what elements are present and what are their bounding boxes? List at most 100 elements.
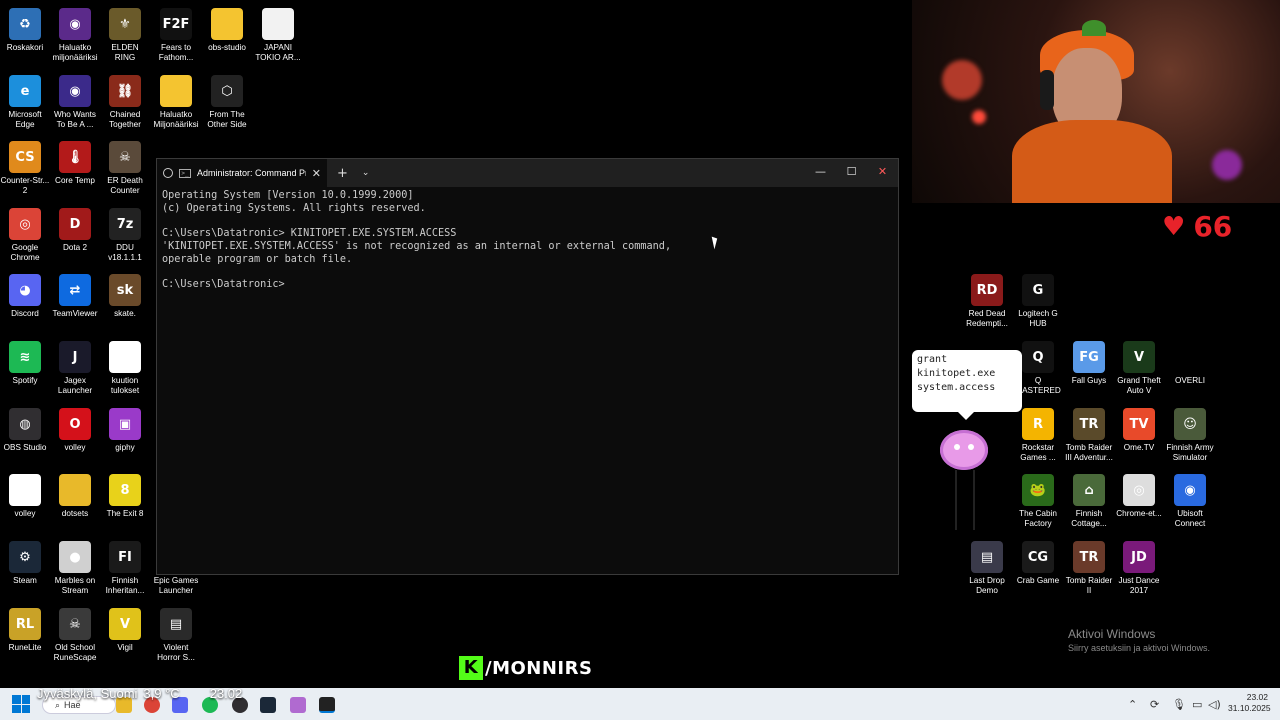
desktop-icon-label: volley <box>64 443 86 452</box>
desktop-icon-label: skate. <box>114 309 136 318</box>
tab-command-prompt[interactable]: >_ Administrator: Command Prc ✕ <box>157 159 327 187</box>
app-icon <box>109 341 141 373</box>
desktop-icon[interactable]: ◍ OBS Studio <box>0 408 50 453</box>
desktop-icon[interactable]: R Rockstar Games ... <box>1013 408 1063 463</box>
desktop-icon[interactable]: ◉ Ubisoft Connect <box>1165 474 1215 529</box>
weather-widget[interactable]: Jyväskylä, Suomi 3,9 °C 23.02 <box>37 686 242 701</box>
desktop-icon[interactable]: ⚜ ELDEN RING <box>100 8 150 63</box>
desktop-icon-label: Fears to Fathom... <box>158 43 194 62</box>
desktop-icon[interactable]: ≋ Spotify <box>0 341 50 386</box>
desktop-icon[interactable]: ▤ Last Drop Demo <box>962 541 1012 596</box>
desktop-icon[interactable]: JD Just Dance 2017 <box>1114 541 1164 596</box>
close-button[interactable]: ✕ <box>867 159 898 187</box>
desktop-icon[interactable]: volley <box>0 474 50 519</box>
desktop-icon[interactable]: e Microsoft Edge <box>0 75 50 130</box>
sync-icon[interactable]: ⟳ <box>1150 698 1159 711</box>
desktop-icon-label: Haluatko miljonääriksi <box>52 43 98 62</box>
app-icon: ⚙ <box>9 541 41 573</box>
app-icon <box>59 474 91 506</box>
desktop-icon[interactable]: ▣ giphy <box>100 408 150 453</box>
desktop-icon[interactable]: 7z DDU v18.1.1.1 <box>100 208 150 263</box>
desktop-icon[interactable]: dotsets <box>50 474 100 519</box>
desktop-icon-label: Rockstar Games ... <box>1020 443 1056 462</box>
app-icon: J <box>59 341 91 373</box>
desktop-icon[interactable]: 8 The Exit 8 <box>100 474 150 519</box>
desktop-icon-label: Haluatko Miljonääriksi <box>153 110 199 129</box>
desktop-icon-label: Who Wants To Be A ... <box>53 110 96 129</box>
new-tab-button[interactable]: + <box>337 166 348 181</box>
desktop-icon[interactable]: RD Red Dead Redempti... <box>962 274 1012 329</box>
app-icon <box>9 474 41 506</box>
desktop-icon[interactable]: 🐸 The Cabin Factory <box>1013 474 1063 529</box>
window-titlebar[interactable]: >_ Administrator: Command Prc ✕ + ⌄ — ☐ … <box>157 159 898 187</box>
heart-count-value: 66 <box>1193 210 1233 243</box>
desktop-icon[interactable]: CS Counter-Str... 2 <box>0 141 50 196</box>
microphone-icon[interactable]: 🎙 <box>1172 698 1186 711</box>
desktop-icon[interactable]: V Grand Theft Auto V <box>1114 341 1164 396</box>
app-icon <box>1174 341 1206 373</box>
desktop-icon[interactable]: TR Tomb Raider III Adventur... <box>1064 408 1114 463</box>
desktop-icon-label: Microsoft Edge <box>8 110 42 129</box>
desktop-icon[interactable]: J Jagex Launcher <box>50 341 100 396</box>
desktop-icon[interactable]: ◎ Google Chrome <box>0 208 50 263</box>
desktop-icon[interactable]: ⛓ Chained Together <box>100 75 150 130</box>
desktop-icon[interactable]: TR Tomb Raider II <box>1064 541 1114 596</box>
app-icon: TR <box>1073 541 1105 573</box>
desktop-icon[interactable]: FG Fall Guys <box>1064 341 1114 386</box>
terminal-taskbar-icon[interactable] <box>319 697 335 713</box>
desktop-icon[interactable]: ◕ Discord <box>0 274 50 319</box>
desktop-icon[interactable]: JAPANI TOKIO AR... <box>253 8 303 63</box>
desktop-icon[interactable]: ● Marbles on Stream <box>50 541 100 596</box>
desktop-icon[interactable]: RL RuneLite <box>0 608 50 653</box>
desktop-icon[interactable]: ⇄ TeamViewer <box>50 274 100 319</box>
app-icon: ≋ <box>9 341 41 373</box>
desktop-icon[interactable]: Haluatko Miljonääriksi <box>151 75 201 130</box>
desktop-icon[interactable]: G Logitech G HUB <box>1013 274 1063 329</box>
start-button[interactable] <box>12 695 30 713</box>
kinito-taskbar-icon[interactable] <box>290 697 306 713</box>
app-icon: ◍ <box>9 408 41 440</box>
desktop-icon[interactable]: sk skate. <box>100 274 150 319</box>
desktop-icon[interactable]: V Vigil <box>100 608 150 653</box>
desktop-icon[interactable]: Ovolley <box>50 408 100 453</box>
desktop-icon[interactable]: ☠ Old School RuneScape <box>50 608 100 663</box>
desktop-icon[interactable]: obs-studio <box>202 8 252 53</box>
taskbar-clock[interactable]: 23.02 31.10.2025 <box>1228 692 1271 714</box>
desktop-icon[interactable]: OVERLI <box>1165 341 1215 386</box>
desktop-icon-label: Red Dead Redempti... <box>966 309 1008 328</box>
app-icon: FG <box>1073 341 1105 373</box>
desktop-icon[interactable]: ⌂ Finnish Cottage... <box>1064 474 1114 529</box>
app-icon: ☠ <box>59 608 91 640</box>
desktop-icon-label: Roskakori <box>6 43 44 52</box>
desktop-icon[interactable]: ◉ Who Wants To Be A ... <box>50 75 100 130</box>
desktop-icon[interactable]: kuution tulokset <box>100 341 150 396</box>
desktop-icon[interactable]: ☺ Finnish Army Simulator <box>1165 408 1215 463</box>
desktop-icon[interactable]: D Dota 2 <box>50 208 100 253</box>
desktop-icon[interactable]: FI Finnish Inheritan... <box>100 541 150 596</box>
network-icon[interactable]: ▭ <box>1192 698 1202 711</box>
app-icon: FI <box>109 541 141 573</box>
desktop-icon[interactable]: ◎ Chrome-et... <box>1114 474 1164 519</box>
desktop-icon[interactable]: ♻ Roskakori <box>0 8 50 53</box>
desktop-icon[interactable]: 🌡 Core Temp <box>50 141 100 186</box>
desktop-icon-label: DDU v18.1.1.1 <box>108 243 142 262</box>
windows-activation-notice: Aktivoi Windows Siirry asetuksiin ja akt… <box>1068 627 1210 653</box>
close-tab-icon[interactable]: ✕ <box>312 167 321 180</box>
volume-icon[interactable]: ◁) <box>1208 698 1221 711</box>
desktop-icon[interactable]: TV Ome.TV <box>1114 408 1164 453</box>
desktop-icon-label: Crab Game <box>1016 576 1060 585</box>
desktop-icon[interactable]: CG Crab Game <box>1013 541 1063 586</box>
steam-taskbar-icon[interactable] <box>260 697 276 713</box>
chevron-up-icon[interactable]: ⌃ <box>1128 698 1137 711</box>
console-output[interactable]: Operating System [Version 10.0.1999.2000… <box>157 187 898 295</box>
app-icon: ◎ <box>1123 474 1155 506</box>
desktop-icon[interactable]: ◉ Haluatko miljonääriksi <box>50 8 100 63</box>
minimize-button[interactable]: — <box>805 159 836 187</box>
desktop-icon[interactable]: ⬡ From The Other Side <box>202 75 252 130</box>
desktop-icon[interactable]: ▤ Violent Horror S... <box>151 608 201 663</box>
chevron-down-icon[interactable]: ⌄ <box>362 168 370 178</box>
desktop-icon[interactable]: ⚙ Steam <box>0 541 50 586</box>
desktop-icon[interactable]: F2F Fears to Fathom... <box>151 8 201 63</box>
desktop-icon[interactable]: ☠ ER Death Counter <box>100 141 150 196</box>
maximize-button[interactable]: ☐ <box>836 159 867 187</box>
